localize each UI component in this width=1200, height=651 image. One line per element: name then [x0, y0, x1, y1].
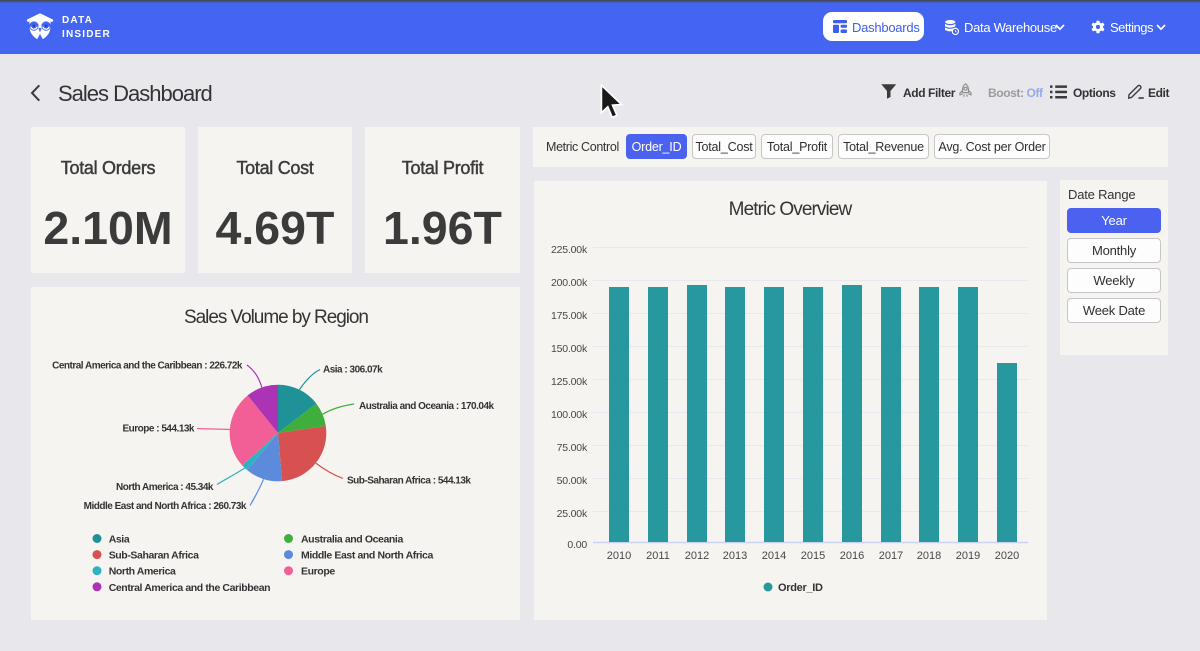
svg-text:2011: 2011 [646, 550, 670, 562]
svg-text:Metric Overview: Metric Overview [729, 199, 853, 220]
svg-text:225.00k: 225.00k [551, 244, 588, 256]
svg-text:0.00: 0.00 [567, 539, 587, 551]
svg-text:175.00k: 175.00k [551, 310, 588, 322]
svg-text:Order_ID: Order_ID [778, 582, 823, 594]
svg-text:North America: North America [109, 566, 176, 578]
svg-text:Australia and Oceania : 170.04: Australia and Oceania : 170.04k [359, 401, 495, 412]
svg-text:Sales Volume by Region: Sales Volume by Region [184, 307, 368, 328]
svg-text:2013: 2013 [723, 550, 747, 562]
svg-text:25.00k: 25.00k [557, 508, 588, 520]
svg-text:Middle East and North Africa: Middle East and North Africa [301, 550, 433, 562]
svg-text:2012: 2012 [685, 550, 709, 562]
svg-text:2019: 2019 [956, 550, 980, 562]
svg-text:100.00k: 100.00k [551, 409, 588, 421]
svg-text:Sub-Saharan Africa : 544.13k: Sub-Saharan Africa : 544.13k [347, 476, 471, 487]
svg-text:Central America and the Caribb: Central America and the Caribbean : 226.… [52, 361, 243, 372]
svg-text:Sub-Saharan Africa: Sub-Saharan Africa [109, 550, 199, 562]
svg-text:Europe : 544.13k: Europe : 544.13k [123, 424, 195, 435]
svg-text:200.00k: 200.00k [551, 277, 588, 289]
svg-text:2015: 2015 [801, 550, 825, 562]
svg-text:Middle East and North Africa :: Middle East and North Africa : 260.73k [84, 501, 247, 512]
svg-text:Central America and the Caribb: Central America and the Caribbean [109, 582, 270, 594]
svg-text:Europe: Europe [301, 566, 335, 578]
svg-text:Australia and Oceania: Australia and Oceania [301, 534, 403, 546]
svg-text:North America : 45.34k: North America : 45.34k [116, 482, 214, 493]
svg-text:2020: 2020 [995, 550, 1019, 562]
svg-text:50.00k: 50.00k [557, 475, 588, 487]
svg-text:125.00k: 125.00k [551, 376, 588, 388]
svg-text:2018: 2018 [917, 550, 941, 562]
svg-text:2017: 2017 [879, 550, 903, 562]
svg-text:2014: 2014 [762, 550, 786, 562]
svg-text:150.00k: 150.00k [551, 343, 588, 355]
svg-text:75.00k: 75.00k [557, 442, 588, 454]
svg-text:2010: 2010 [607, 550, 631, 562]
svg-text:Asia : 306.07k: Asia : 306.07k [323, 365, 383, 376]
svg-text:Asia: Asia [109, 534, 130, 546]
svg-text:2016: 2016 [840, 550, 864, 562]
